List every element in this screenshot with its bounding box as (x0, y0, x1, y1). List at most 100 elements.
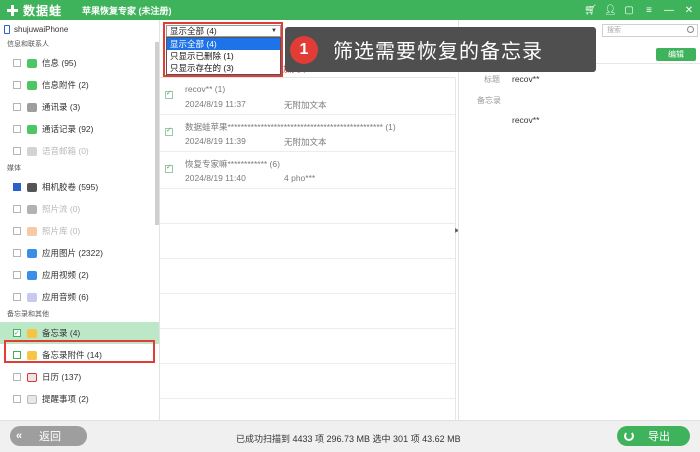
cross-logo-icon (6, 4, 19, 17)
empty-row (160, 294, 455, 329)
checkbox[interactable] (13, 125, 21, 133)
annotation-callout: 1 筛选需要恢复的备忘录 (285, 27, 596, 72)
empty-row (160, 224, 455, 259)
bottom-bar: « 返回 已成功扫描到 4433 项 296.73 MB 选中 301 项 43… (0, 420, 700, 452)
checkbox[interactable] (13, 329, 21, 337)
sidebar-item-voicemail: 语音邮箱 (0) (0, 140, 159, 162)
empty-row (160, 364, 455, 399)
checkbox[interactable] (13, 293, 21, 301)
title-field-label: 标题 (484, 75, 500, 84)
user-icon[interactable]: 👤︎ (604, 5, 617, 16)
chat-icon[interactable]: ▢ (624, 5, 634, 16)
note-title: 恢复专家嘛************ (6) (185, 159, 280, 169)
sidebar-item-call-history[interactable]: 通话记录 (92) (0, 118, 159, 140)
sidebar-item-app-audio[interactable]: 应用音频 (6) (0, 286, 159, 308)
back-label: 返回 (39, 431, 61, 443)
sidebar-item-label: 提醒事项 (2) (42, 394, 89, 404)
step-number-badge: 1 (290, 35, 318, 64)
list-item[interactable]: 数据蛙苹果***********************************… (160, 115, 455, 152)
sidebar-item-messages[interactable]: 信息 (95) (0, 52, 159, 74)
sidebar-item-label: 信息附件 (2) (42, 80, 89, 90)
checkbox[interactable] (13, 59, 21, 67)
device-row[interactable]: shujuwaiPhone (0, 20, 159, 38)
annotation-text: 筛选需要恢复的备忘录 (333, 41, 543, 63)
checkbox (13, 205, 21, 213)
app-image-icon (27, 248, 37, 258)
empty-row (160, 259, 455, 294)
sidebar-item-label: 照片流 (0) (42, 204, 81, 214)
checkbox[interactable] (13, 249, 21, 257)
search-icon[interactable] (687, 26, 694, 33)
panel-divider (455, 78, 456, 420)
contacts-icon (27, 102, 37, 112)
dropdown-highlight-box (163, 22, 283, 77)
app-logo: 数据蛙 (0, 0, 62, 20)
app-video-icon (27, 270, 37, 280)
sidebar-item-calendar[interactable]: 日历 (137) (0, 366, 159, 388)
section-label-notes: 备忘录和其他 (7, 311, 49, 318)
sidebar-item-app-videos[interactable]: 应用视频 (2) (0, 264, 159, 286)
menu-icon[interactable]: ≡ (644, 5, 654, 16)
sidebar-item-label: 日历 (137) (42, 372, 82, 382)
sidebar-item-photo-stream: 照片流 (0) (0, 198, 159, 220)
camera-icon (27, 182, 37, 192)
window-title: 苹果恢复专家 (未注册) (82, 5, 172, 16)
sidebar-item-label: 照片库 (0) (42, 226, 81, 236)
checkbox[interactable] (165, 89, 173, 99)
sidebar-item-label: 应用音频 (6) (42, 292, 89, 302)
search-input[interactable]: 搜索 (602, 24, 698, 37)
sidebar-item-camera-roll[interactable]: 相机胶卷 (595) (0, 176, 159, 198)
checkbox[interactable] (13, 271, 21, 279)
note-desc: 4 pho*** (284, 173, 316, 183)
sidebar-item-label: 应用图片 (2322) (42, 248, 103, 258)
back-button[interactable]: « 返回 (10, 426, 87, 446)
notes-field-label: 备忘录 (477, 96, 501, 105)
note-desc: 无附加文本 (284, 100, 327, 110)
sidebar-item-contacts[interactable]: 通讯录 (3) (0, 96, 159, 118)
checkbox[interactable] (165, 126, 173, 136)
checkbox[interactable] (13, 103, 21, 111)
sidebar-item-photo-library: 照片库 (0) (0, 220, 159, 242)
checkbox[interactable] (13, 395, 21, 403)
title-field-value: recov** (512, 74, 540, 84)
note-title: recov** (1) (185, 84, 226, 94)
sidebar-item-label: 备忘录 (4) (42, 328, 81, 338)
note-title: 数据蛙苹果***********************************… (185, 122, 396, 132)
export-button[interactable]: 导出 (617, 426, 690, 446)
checkbox[interactable] (165, 163, 173, 173)
sidebar-item-message-attachments[interactable]: 信息附件 (2) (0, 74, 159, 96)
window-controls: 🛒︎ 👤︎ ▢ ≡ — ✕ (584, 0, 694, 20)
cart-icon[interactable]: 🛒︎ (584, 5, 597, 16)
checkbox (13, 147, 21, 155)
photolibrary-icon (27, 226, 37, 236)
checkbox[interactable] (13, 183, 21, 191)
list-item[interactable]: 恢复专家嘛************ (6) 2024/8/19 11:40 4 … (160, 152, 455, 189)
detail-panel: 搜索 编辑 标题 recov** 备忘录 recov** (458, 20, 700, 420)
sidebar-item-label: 通话记录 (92) (42, 124, 94, 134)
sidebar-item-label: 应用视频 (2) (42, 270, 89, 280)
sidebar-item-app-images[interactable]: 应用图片 (2322) (0, 242, 159, 264)
calendar-icon (27, 372, 37, 382)
section-label-messages: 信息和联系人 (7, 41, 49, 48)
reminders-icon (27, 394, 37, 404)
sidebar: shujuwaiPhone 信息和联系人 信息 (95) 信息附件 (2) 通讯… (0, 20, 160, 420)
edit-button[interactable]: 编辑 (656, 48, 696, 61)
note-desc: 无附加文本 (284, 137, 327, 147)
close-icon[interactable]: ✕ (684, 5, 694, 16)
message-icon (27, 58, 37, 68)
sidebar-item-reminders[interactable]: 提醒事项 (2) (0, 388, 159, 410)
notes-icon (27, 328, 37, 338)
note-date: 2024/8/19 11:37 (185, 99, 246, 109)
sidebar-item-label: 语音邮箱 (0) (42, 146, 89, 156)
list-item[interactable]: recov** (1) 2024/8/19 11:37 无附加文本 (160, 78, 455, 115)
minimize-icon[interactable]: — (664, 5, 674, 16)
attachment-icon (27, 80, 37, 90)
device-name: shujuwaiPhone (14, 24, 69, 34)
section-label-media: 媒体 (7, 165, 21, 172)
note-date: 2024/8/19 11:40 (185, 173, 246, 183)
checkbox[interactable] (13, 81, 21, 89)
title-bar: 数据蛙 苹果恢复专家 (未注册) 🛒︎ 👤︎ ▢ ≡ — ✕ (0, 0, 700, 20)
export-label: 导出 (648, 431, 670, 443)
checkbox[interactable] (13, 373, 21, 381)
iphone-icon (4, 24, 10, 34)
